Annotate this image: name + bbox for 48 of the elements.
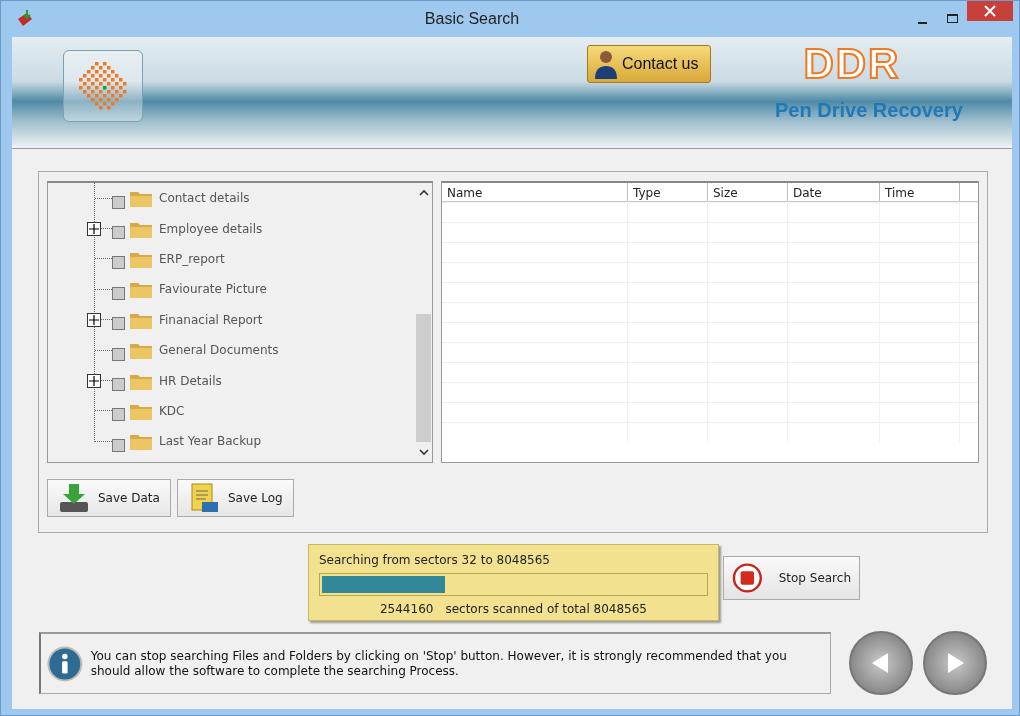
tree-checkbox[interactable] bbox=[112, 256, 125, 270]
column-header[interactable]: Type bbox=[628, 183, 708, 201]
sectors-scanned-text: sectors scanned of total 8048565 bbox=[445, 601, 647, 618]
expand-toggle[interactable] bbox=[87, 312, 101, 327]
tree-item-label[interactable]: HR Details bbox=[159, 371, 222, 390]
stop-icon bbox=[732, 562, 763, 594]
tree-checkbox[interactable] bbox=[112, 408, 125, 422]
tree-checkbox[interactable] bbox=[112, 347, 125, 361]
tree-item-label[interactable]: KDC bbox=[159, 401, 185, 420]
column-header[interactable]: Time bbox=[880, 183, 960, 201]
save-log-button[interactable]: Save Log bbox=[176, 479, 294, 517]
contact-us-button[interactable]: Contact us bbox=[587, 45, 711, 83]
product-name: Pen Drive Recovery bbox=[775, 98, 963, 123]
sectors-scanned-count: 2544160 bbox=[379, 601, 434, 618]
tree-item-label[interactable]: ERP_report bbox=[159, 249, 225, 268]
close-button[interactable] bbox=[967, 1, 1013, 21]
tree-checkbox[interactable] bbox=[112, 286, 125, 300]
info-message: You can stop searching Files and Folders by clicking on 'Stop' button. However, it is strongly recommended that you should allow the software to complete the searching Process. bbox=[90, 648, 788, 679]
scroll-up-icon[interactable] bbox=[418, 189, 429, 197]
tree-item-label[interactable]: General Documents bbox=[159, 341, 279, 360]
column-header[interactable]: Size bbox=[708, 183, 788, 201]
column-header[interactable]: Name bbox=[442, 183, 628, 201]
tree-checkbox[interactable] bbox=[112, 317, 125, 331]
search-range-text: Searching from sectors 32 to 8048565 bbox=[319, 552, 551, 569]
column-header[interactable]: Date bbox=[788, 183, 880, 201]
expand-toggle[interactable] bbox=[87, 221, 101, 236]
close-icon bbox=[984, 5, 996, 17]
tree-checkbox[interactable] bbox=[112, 195, 125, 209]
tree-item-label[interactable]: Employee details bbox=[159, 219, 263, 238]
person-icon bbox=[594, 49, 618, 79]
save-data-button[interactable]: Save Data bbox=[47, 479, 171, 517]
tree-checkbox[interactable] bbox=[112, 438, 125, 452]
dotted-logo-icon bbox=[79, 62, 127, 110]
scroll-down-icon[interactable] bbox=[418, 448, 429, 456]
tree-checkbox[interactable] bbox=[112, 378, 125, 392]
tree-item-label[interactable]: Faviourate Picture bbox=[159, 280, 267, 299]
expand-toggle[interactable] bbox=[87, 373, 101, 388]
window-title: Basic Search bbox=[423, 9, 521, 29]
minimize-icon bbox=[917, 22, 927, 24]
tree-item-label[interactable]: Last Year Backup bbox=[159, 432, 262, 451]
scroll-thumb[interactable] bbox=[416, 314, 431, 442]
brand-logo: DDR bbox=[803, 43, 901, 85]
tree-item-label[interactable]: Finanacial Report bbox=[159, 310, 263, 329]
stop-search-button[interactable]: Stop Search bbox=[723, 556, 860, 600]
download-drive-icon bbox=[58, 482, 90, 514]
maximize-icon bbox=[946, 14, 958, 24]
tree-item-label[interactable]: Contact details bbox=[159, 189, 250, 208]
tree-checkbox[interactable] bbox=[112, 226, 125, 240]
